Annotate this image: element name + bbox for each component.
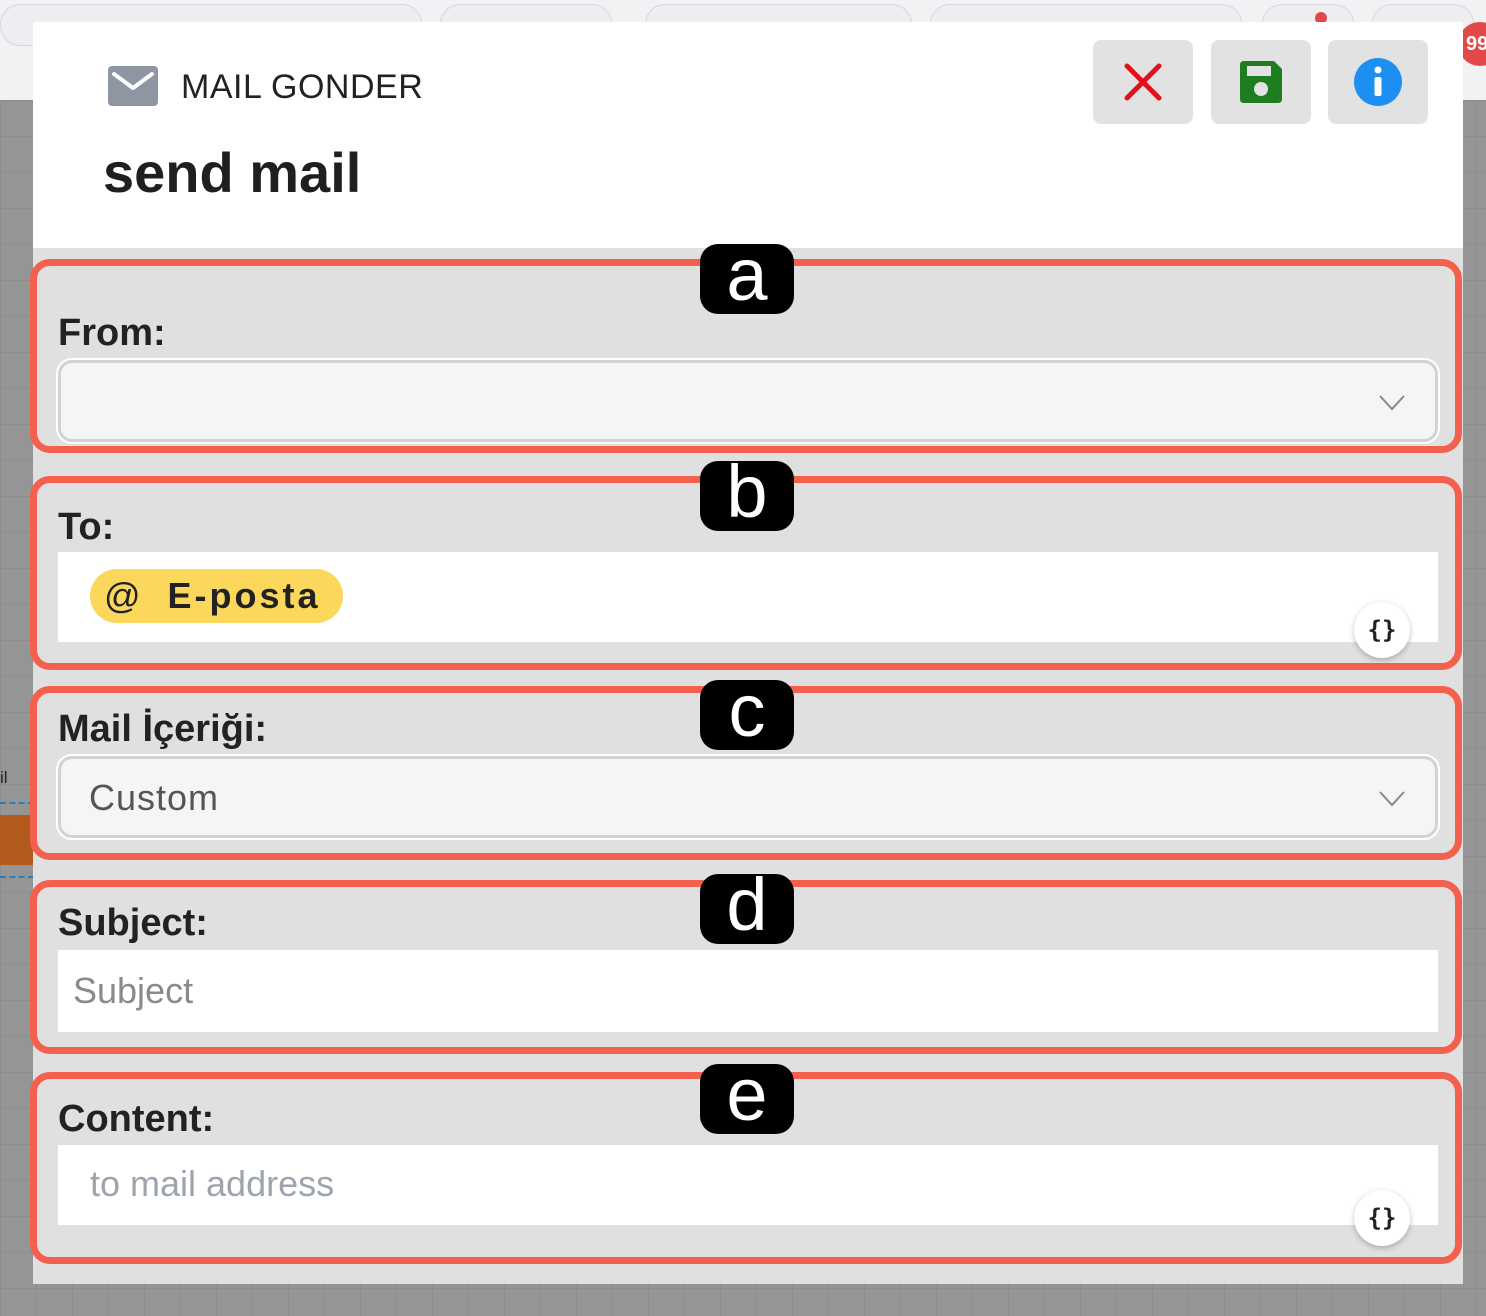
content-label: Content:	[58, 1098, 215, 1140]
subject-input[interactable]: Subject	[58, 950, 1438, 1032]
connector-line	[0, 876, 34, 878]
dialog-subtitle: send mail	[103, 141, 362, 204]
connector-line	[0, 802, 34, 804]
dialog-header: MAIL GONDER send mail	[33, 22, 1463, 248]
subject-placeholder: Subject	[73, 970, 194, 1011]
close-icon	[1124, 63, 1162, 101]
chevron-down-icon	[1379, 395, 1405, 411]
close-button[interactable]	[1093, 40, 1193, 124]
chevron-down-icon	[1379, 791, 1405, 807]
annotation-label-b: b	[700, 455, 794, 531]
annotation-label-c: c	[700, 674, 794, 750]
mail-content-label: Mail İçeriği:	[58, 708, 268, 750]
insert-variable-button[interactable]: {}	[1354, 602, 1410, 658]
insert-variable-button[interactable]: {}	[1354, 1190, 1410, 1246]
envelope-icon	[108, 66, 158, 106]
save-button[interactable]	[1211, 40, 1311, 124]
from-select[interactable]	[56, 358, 1440, 444]
mail-content-select-value: Custom	[89, 777, 220, 818]
dialog-title: MAIL GONDER	[181, 68, 424, 106]
subject-label: Subject:	[58, 902, 208, 944]
to-label: To:	[58, 506, 115, 548]
recipient-tag-label: E-posta	[167, 575, 321, 616]
background-node	[0, 815, 34, 865]
info-icon	[1354, 58, 1402, 106]
annotation-label-a: a	[700, 238, 794, 314]
content-input[interactable]: to mail address	[58, 1145, 1438, 1225]
floppy-disk-icon	[1240, 61, 1282, 103]
info-button[interactable]	[1328, 40, 1428, 124]
recipient-tag[interactable]: @ E-posta	[90, 569, 343, 623]
background-node-label: il	[0, 768, 8, 787]
annotation-label-e: e	[700, 1058, 794, 1134]
mail-content-select[interactable]: Custom	[56, 754, 1440, 840]
annotation-label-d: d	[700, 868, 794, 944]
to-input[interactable]: @ E-posta	[58, 552, 1438, 642]
at-sign-icon: @	[104, 575, 144, 616]
from-label: From:	[58, 312, 166, 354]
content-placeholder: to mail address	[90, 1163, 335, 1204]
